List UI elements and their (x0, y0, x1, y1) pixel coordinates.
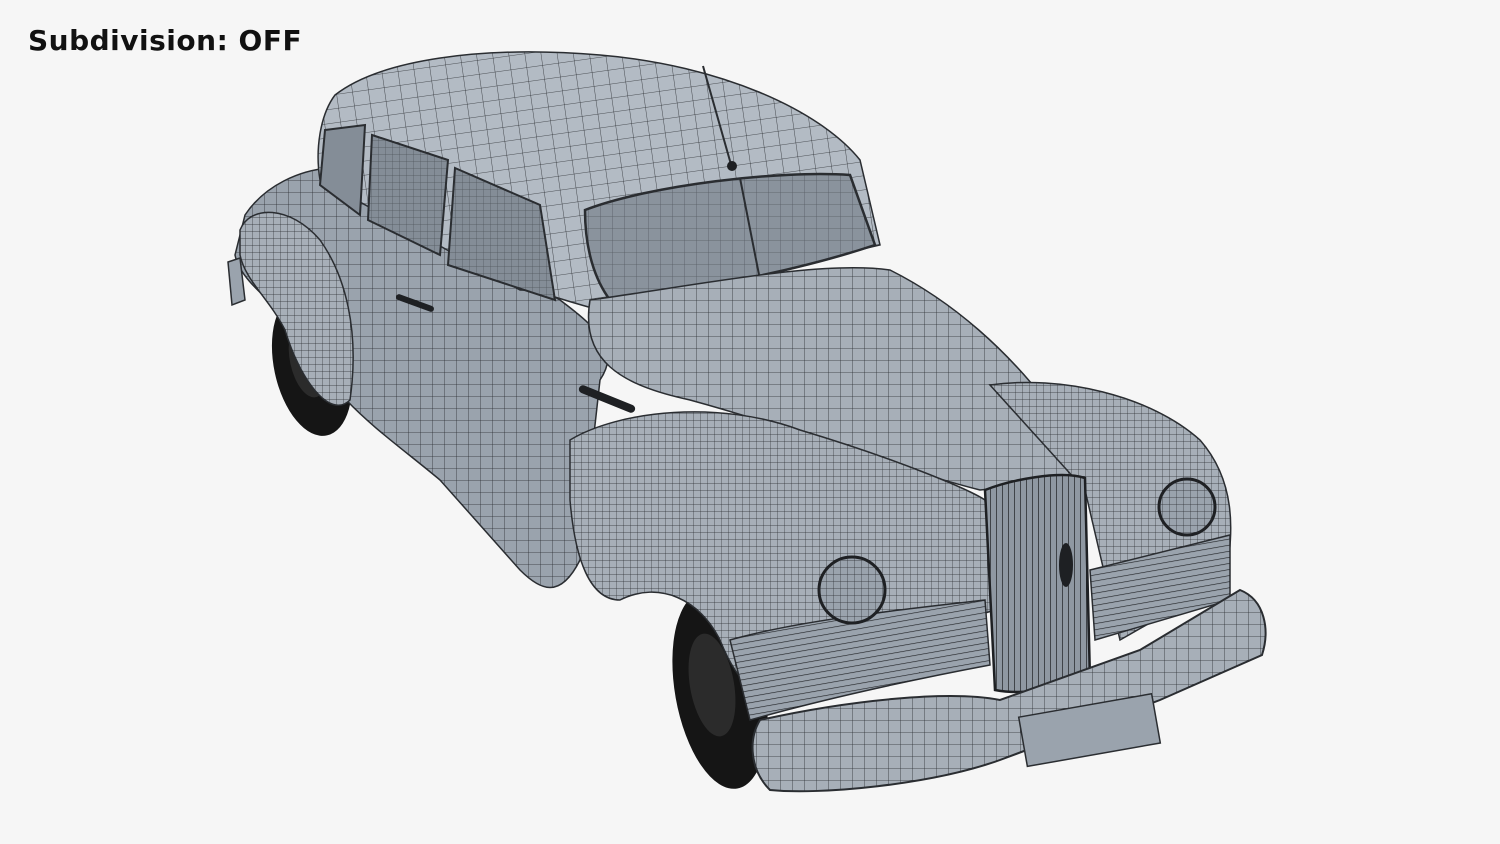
car-body (227, 51, 1267, 793)
car-wireframe-render (0, 0, 1500, 844)
